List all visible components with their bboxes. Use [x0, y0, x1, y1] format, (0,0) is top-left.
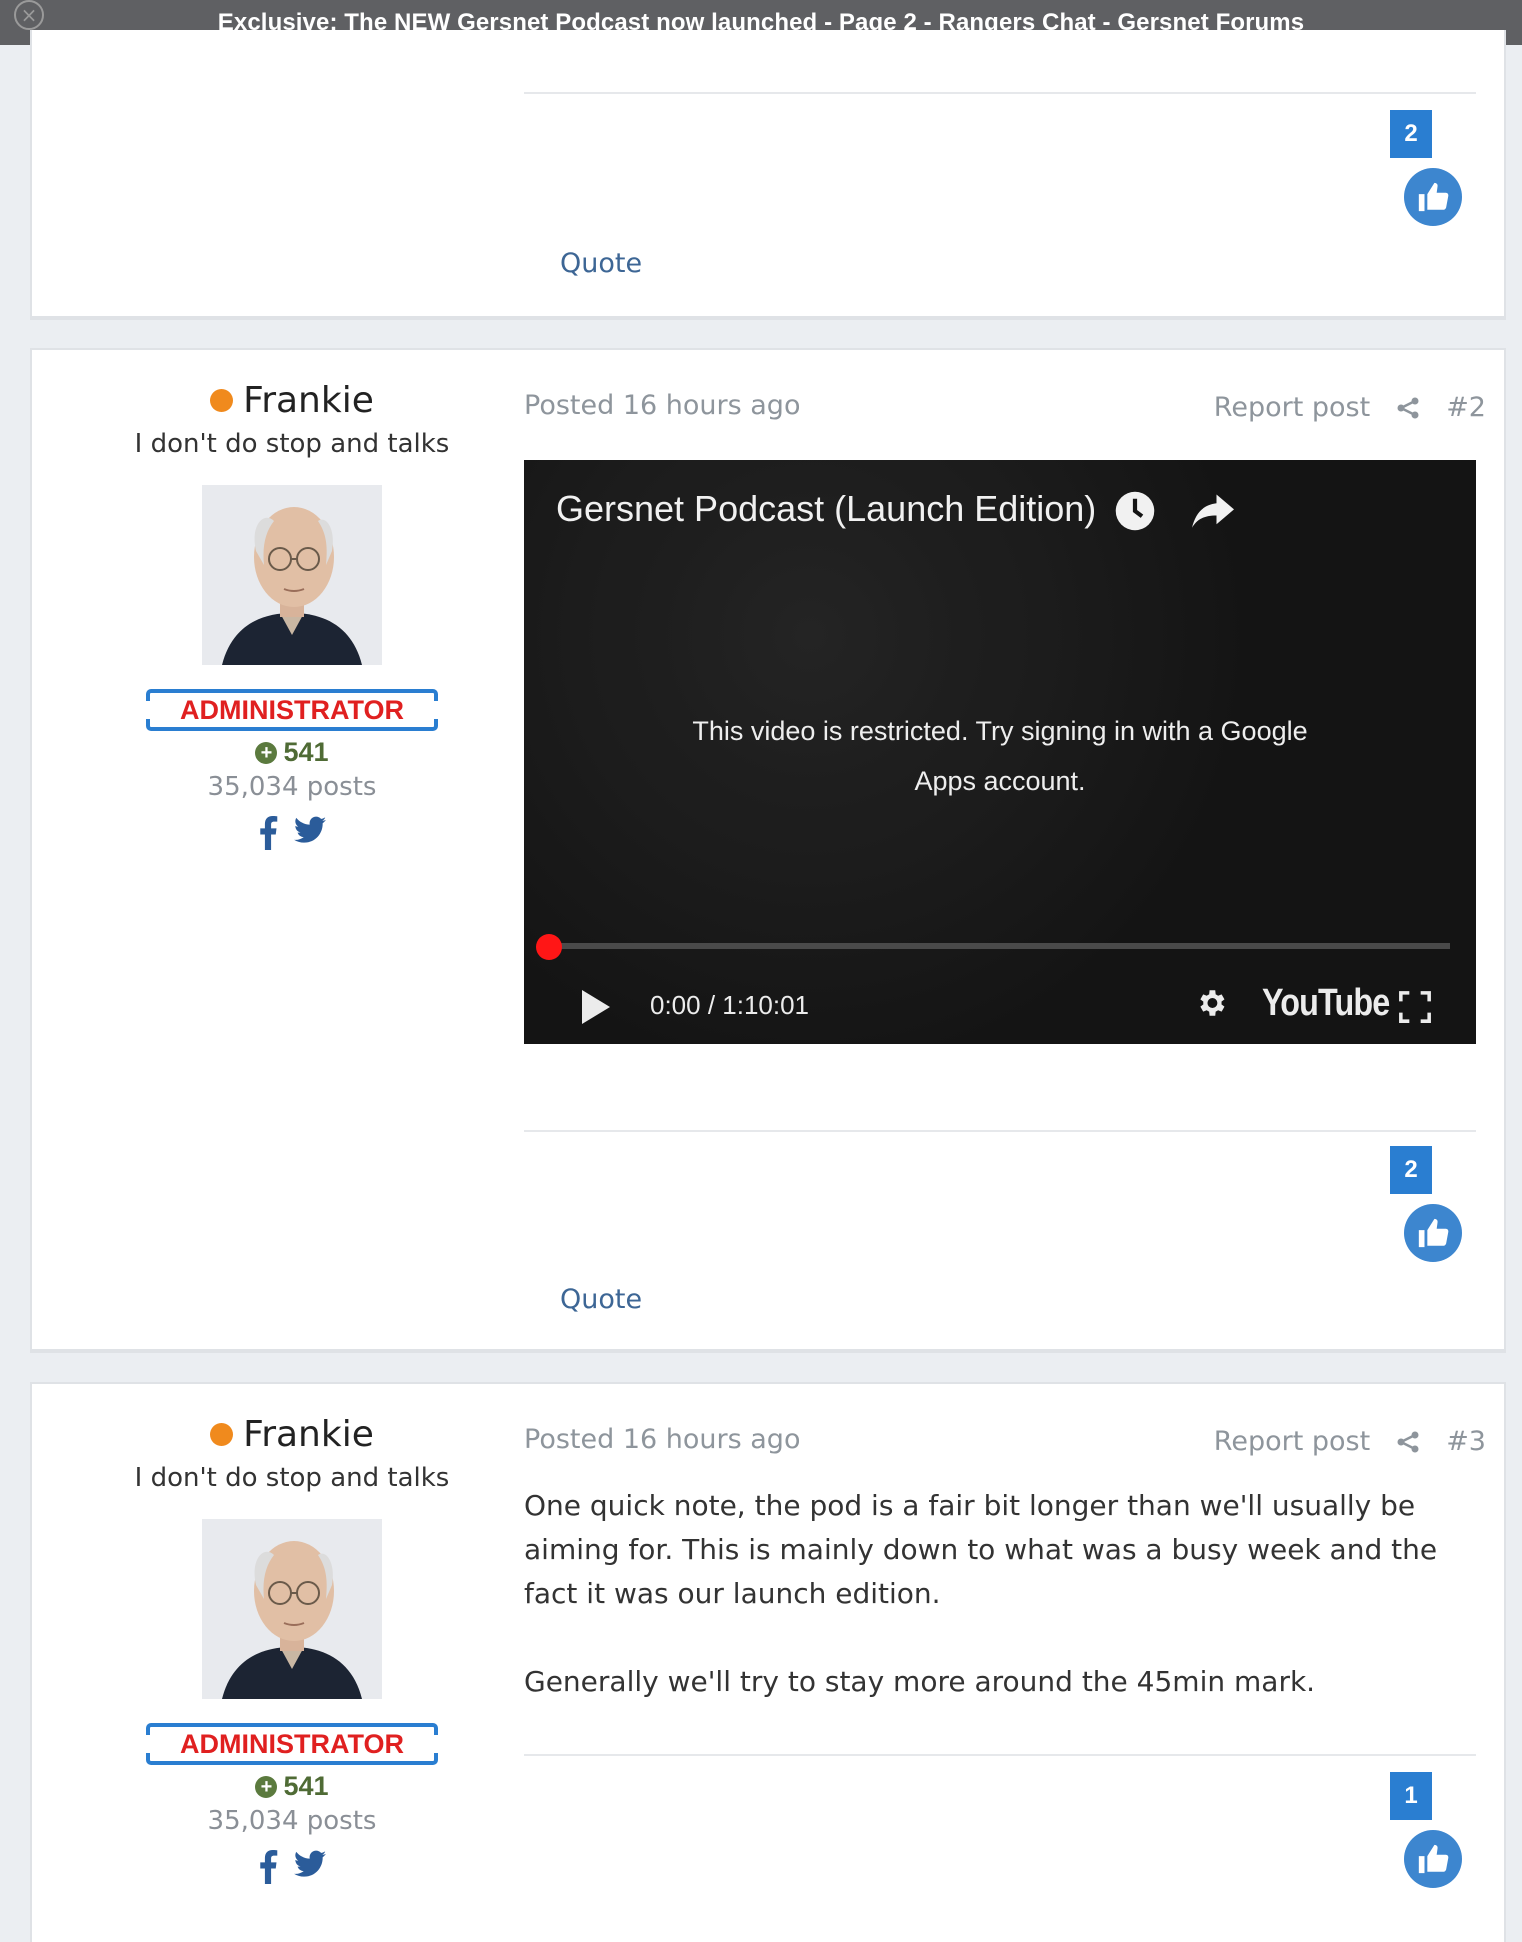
post-date: Posted 16 hours ago	[524, 1424, 801, 1455]
post-paragraph: Generally we'll try to stay more around …	[524, 1665, 1316, 1698]
report-post-link[interactable]: Report post	[1214, 392, 1370, 423]
reputation-value: 541	[283, 1771, 329, 1801]
video-title[interactable]: Gersnet Podcast (Launch Edition)	[556, 488, 1096, 530]
post-number-link[interactable]: #2	[1446, 392, 1486, 423]
like-button[interactable]	[1404, 1830, 1462, 1888]
author-name[interactable]: Frankie	[243, 1414, 374, 1455]
post-content: One quick note, the pod is a fair bit lo…	[524, 1484, 1484, 1704]
facebook-icon[interactable]	[258, 1850, 278, 1884]
play-icon[interactable]	[582, 990, 610, 1024]
svg-text:ADMINISTRATOR: ADMINISTRATOR	[180, 1729, 404, 1759]
reputation-row: + 541	[32, 1771, 552, 1802]
reputation-count: 1	[1390, 1772, 1432, 1820]
social-links	[32, 816, 552, 850]
post-divider	[524, 1130, 1476, 1132]
thumbs-up-icon	[1418, 182, 1449, 212]
plus-icon: +	[255, 741, 278, 764]
online-status-dot	[210, 389, 234, 412]
video-time: 0:00 / 1:10:01	[650, 990, 810, 1020]
youtube-logo[interactable]: YouTube	[1262, 982, 1390, 1025]
post-number-link[interactable]: #3	[1446, 1426, 1486, 1457]
plus-icon: +	[255, 1775, 278, 1798]
author-panel: Frankie I don't do stop and talks ADMINI…	[32, 1414, 552, 1884]
online-status-dot	[210, 1423, 234, 1446]
like-button[interactable]	[1404, 168, 1462, 226]
administrator-badge: ADMINISTRATOR	[145, 689, 439, 731]
post-date: Posted 16 hours ago	[524, 390, 801, 421]
author-title: I don't do stop and talks	[134, 1463, 450, 1493]
twitter-icon[interactable]	[294, 1850, 326, 1878]
like-button[interactable]	[1404, 1204, 1462, 1262]
post-count: 35,034 posts	[207, 772, 377, 802]
report-post-link[interactable]: Report post	[1214, 1426, 1370, 1457]
avatar[interactable]	[202, 485, 382, 665]
thumbs-up-icon	[1418, 1844, 1449, 1874]
gear-icon[interactable]	[1194, 986, 1228, 1020]
post-divider	[524, 92, 1476, 94]
social-links	[32, 1850, 552, 1884]
post-tools: Report post #3	[1214, 1426, 1486, 1457]
svg-text:ADMINISTRATOR: ADMINISTRATOR	[180, 695, 404, 725]
post-partial: 2 Quote	[30, 30, 1506, 320]
share-icon[interactable]	[1396, 396, 1420, 420]
post-2: Frankie I don't do stop and talks ADMINI…	[30, 348, 1506, 1353]
youtube-embed[interactable]: Gersnet Podcast (Launch Edition) This vi…	[524, 460, 1476, 1044]
quote-link[interactable]: Quote	[560, 1284, 642, 1315]
post-paragraph: One quick note, the pod is a fair bit lo…	[524, 1489, 1438, 1610]
reputation-count: 2	[1390, 1146, 1432, 1194]
author-title: I don't do stop and talks	[134, 429, 450, 459]
thumbs-up-icon	[1418, 1218, 1449, 1248]
quote-link[interactable]: Quote	[560, 248, 642, 279]
administrator-badge: ADMINISTRATOR	[145, 1723, 439, 1765]
facebook-icon[interactable]	[258, 816, 278, 850]
post-count: 35,034 posts	[207, 1806, 377, 1836]
video-restricted-message: This video is restricted. Try signing in…	[692, 716, 1308, 796]
avatar[interactable]	[202, 1519, 382, 1699]
post-tools: Report post #2	[1214, 392, 1486, 423]
reputation-value: 541	[283, 737, 329, 767]
close-icon[interactable]: ×	[14, 0, 44, 30]
fullscreen-icon[interactable]	[1398, 990, 1432, 1024]
share-icon[interactable]	[1396, 1430, 1420, 1454]
video-progress-track[interactable]	[550, 943, 1450, 949]
clock-icon[interactable]	[1114, 490, 1156, 532]
reputation-count: 2	[1390, 110, 1432, 158]
share-arrow-icon[interactable]	[1192, 494, 1234, 530]
video-progress-handle[interactable]	[536, 934, 562, 960]
reputation-row: + 541	[32, 737, 552, 768]
author-panel: Frankie I don't do stop and talks ADMINI…	[32, 380, 552, 850]
post-3: Frankie I don't do stop and talks ADMINI…	[30, 1382, 1506, 1942]
twitter-icon[interactable]	[294, 816, 326, 844]
author-name[interactable]: Frankie	[243, 380, 374, 421]
post-divider	[524, 1754, 1476, 1756]
